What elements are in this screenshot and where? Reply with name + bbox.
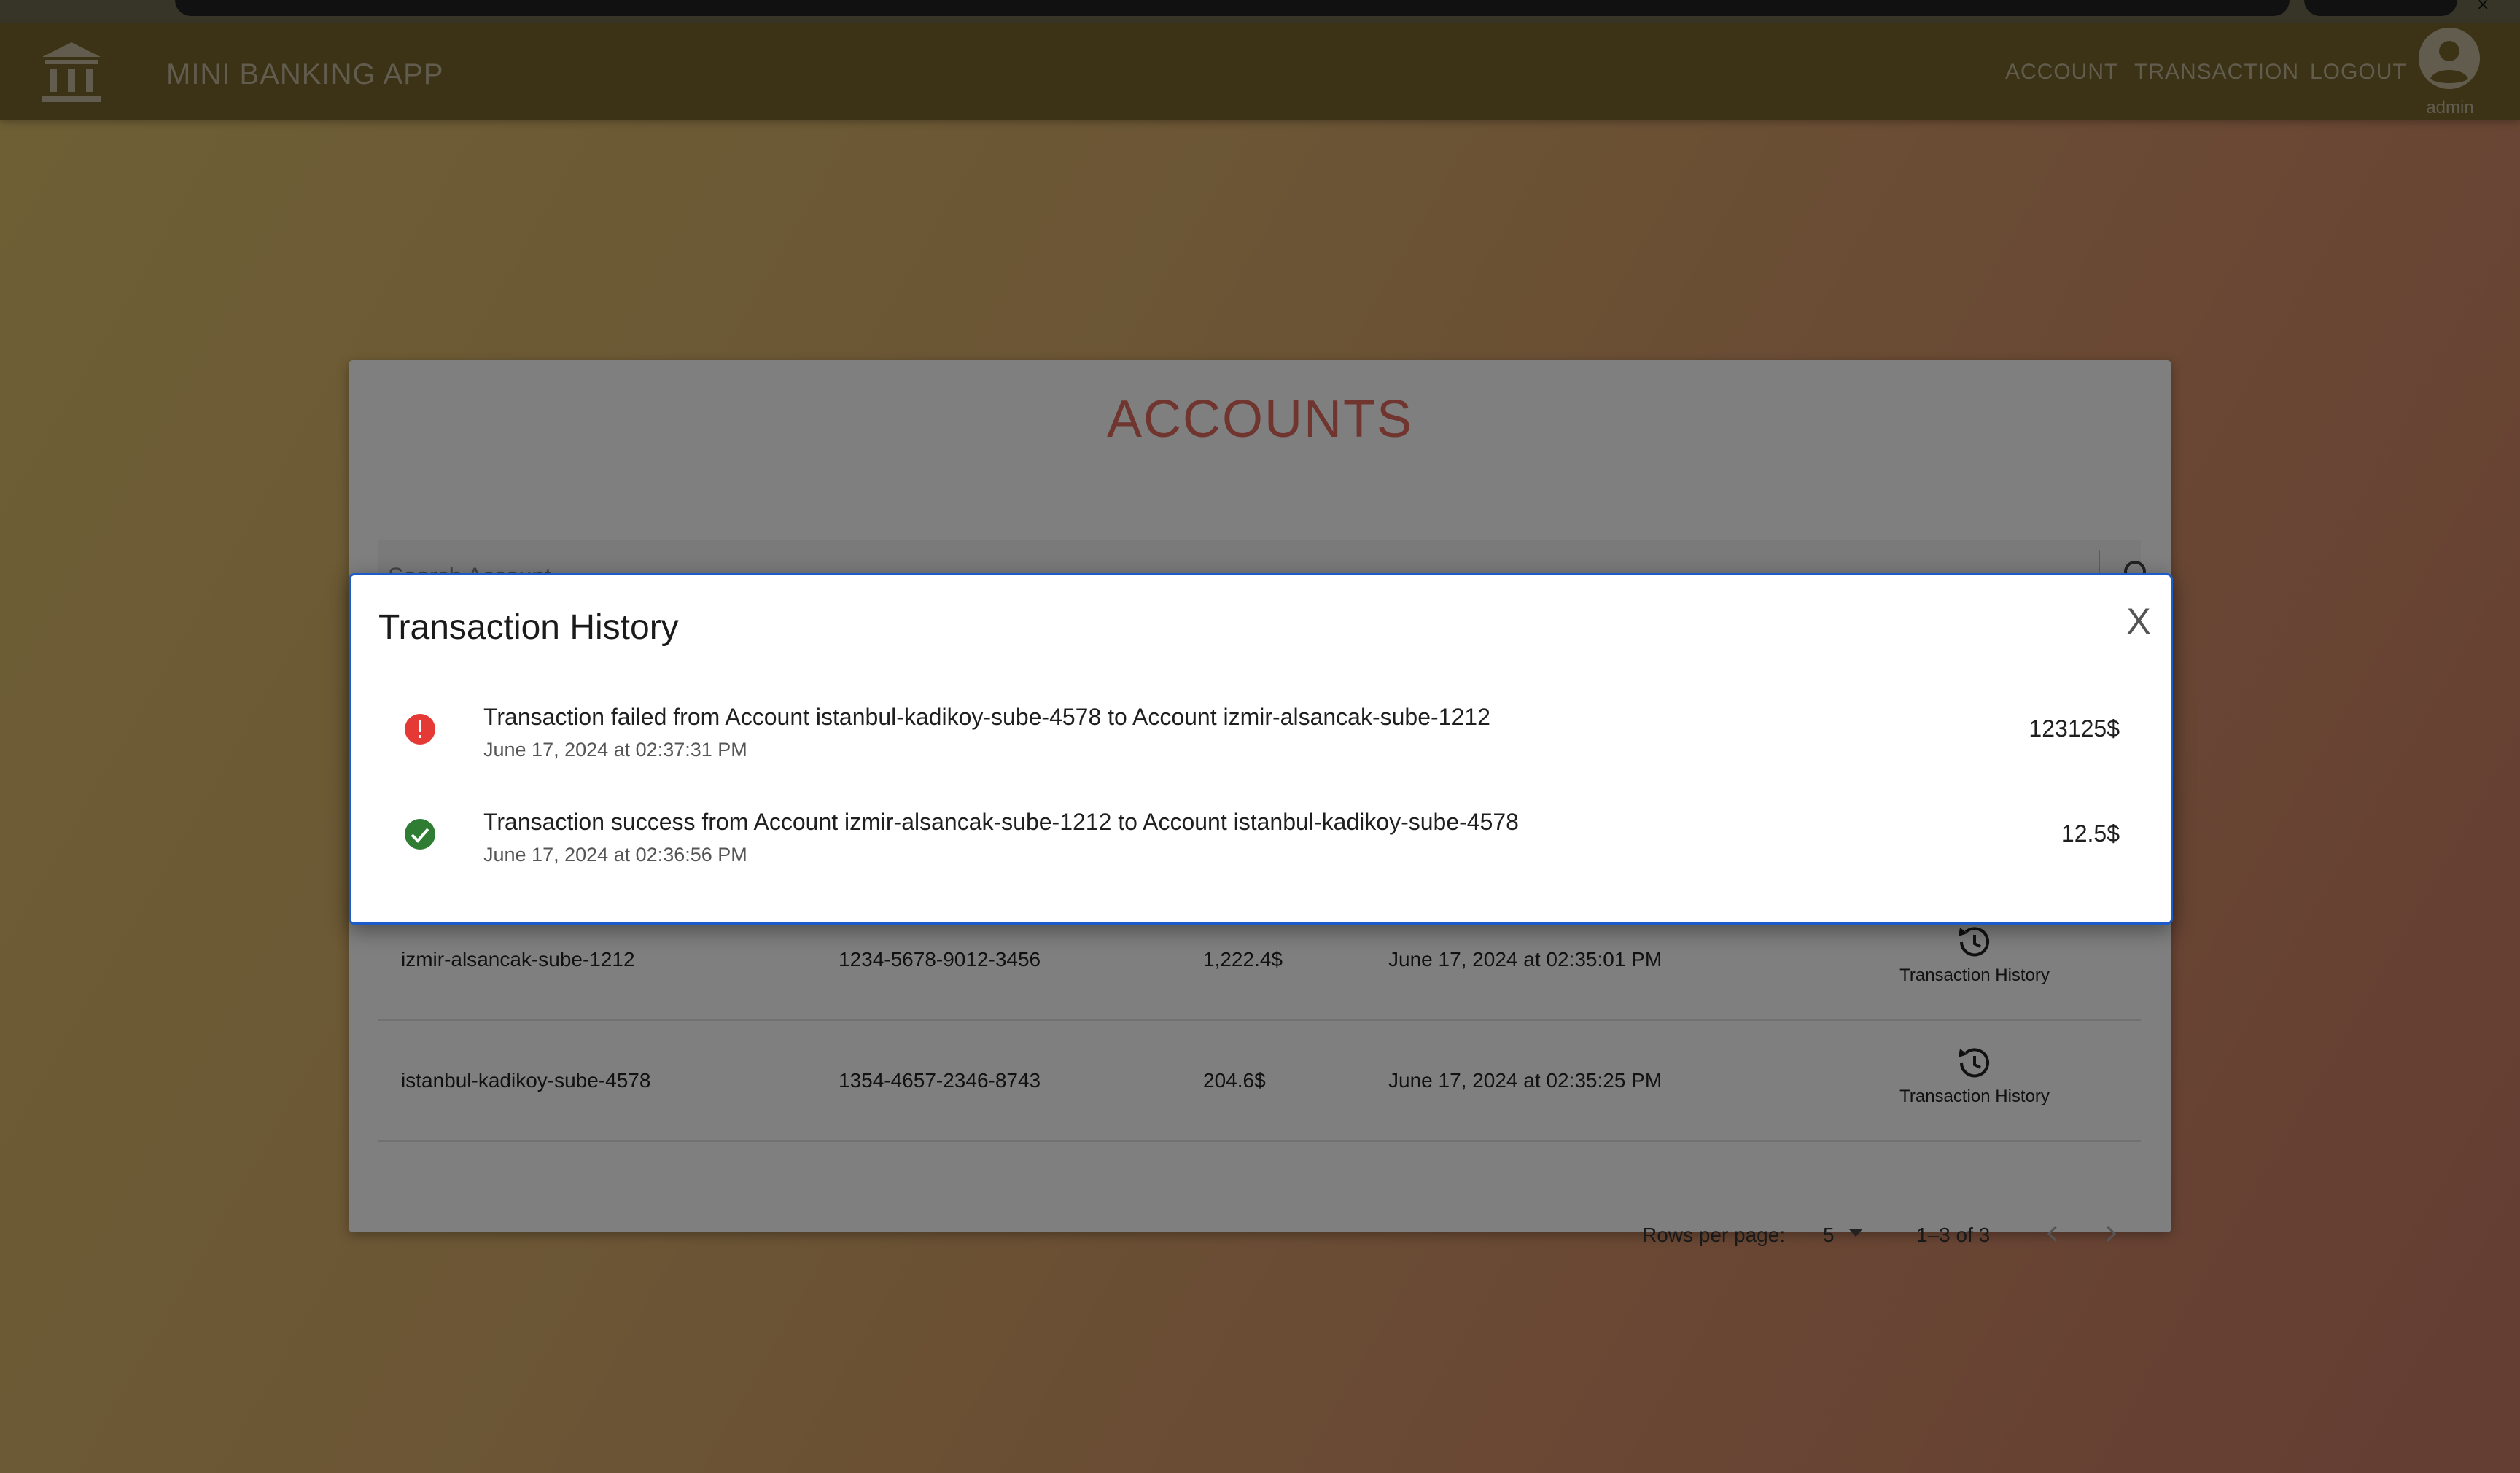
browser-close-icon[interactable]: × <box>2476 0 2489 14</box>
transaction-item: Transaction failed from Account istanbul… <box>351 701 2171 796</box>
transaction-description: Transaction success from Account izmir-a… <box>483 809 1519 835</box>
account-name: istanbul-kadikoy-sube-4578 <box>401 1069 651 1092</box>
transaction-description: Transaction failed from Account istanbul… <box>483 704 1490 730</box>
transaction-item: Transaction success from Account izmir-a… <box>351 806 2171 901</box>
transaction-amount: 123125$ <box>2029 715 2120 742</box>
nav-transaction[interactable]: TRANSACTION <box>2134 60 2299 85</box>
check-circle-icon <box>405 819 435 850</box>
rows-per-page-label: Rows per page: <box>1642 1224 1786 1246</box>
chevron-left-icon[interactable] <box>2039 1219 2068 1248</box>
account-circle-icon[interactable] <box>2417 26 2481 90</box>
table-pagination: Rows per page: 5 1–3 of 3 <box>378 1206 2141 1264</box>
account-number: 1234-5678-9012-3456 <box>839 948 1041 971</box>
history-icon <box>1959 927 1989 957</box>
browser-address-bar[interactable] <box>175 0 2290 16</box>
account-date: June 17, 2024 at 02:35:01 PM <box>1388 948 1662 971</box>
transaction-history-label: Transaction History <box>1899 1087 2050 1106</box>
history-icon <box>1959 1048 1989 1078</box>
chevron-down-icon[interactable] <box>1845 1222 1867 1244</box>
browser-profile-pill[interactable] <box>2304 0 2457 16</box>
bank-icon[interactable] <box>39 39 104 106</box>
page-title: ACCOUNTS <box>1106 390 1413 448</box>
user-name: admin <box>2426 98 2474 117</box>
app-title: MINI BANKING APP <box>166 58 444 90</box>
browser-toolbar: × <box>0 0 2520 23</box>
app-header: MINI BANKING APP ACCOUNT TRANSACTION LOG… <box>0 23 2520 120</box>
account-number: 1354-4657-2346-8743 <box>839 1069 1041 1092</box>
table-row: istanbul-kadikoy-sube-4578 1354-4657-234… <box>378 1021 2141 1142</box>
error-icon <box>405 714 435 745</box>
account-balance: 204.6$ <box>1203 1069 1266 1092</box>
transaction-history-label: Transaction History <box>1899 965 2050 985</box>
transaction-history-button[interactable]: Transaction History <box>1880 1043 2069 1123</box>
nav-account[interactable]: ACCOUNT <box>2005 60 2118 85</box>
account-date: June 17, 2024 at 02:35:25 PM <box>1388 1069 1662 1092</box>
transaction-date: June 17, 2024 at 02:37:31 PM <box>483 739 747 761</box>
rows-per-page-select[interactable]: 5 <box>1823 1224 1835 1247</box>
transaction-amount: 12.5$ <box>2061 820 2120 847</box>
transaction-history-button[interactable]: Transaction History <box>1880 922 2069 1002</box>
transaction-history-modal: Transaction History X Transaction failed… <box>349 573 2173 925</box>
modal-title: Transaction History <box>378 608 679 647</box>
transaction-date: June 17, 2024 at 02:36:56 PM <box>483 844 747 866</box>
account-balance: 1,222.4$ <box>1203 948 1283 971</box>
chevron-right-icon[interactable] <box>2096 1219 2125 1248</box>
close-button[interactable]: X <box>2118 600 2159 644</box>
nav-logout[interactable]: LOGOUT <box>2310 60 2407 85</box>
pagination-range: 1–3 of 3 <box>1916 1224 1991 1246</box>
account-name: izmir-alsancak-sube-1212 <box>401 948 635 971</box>
